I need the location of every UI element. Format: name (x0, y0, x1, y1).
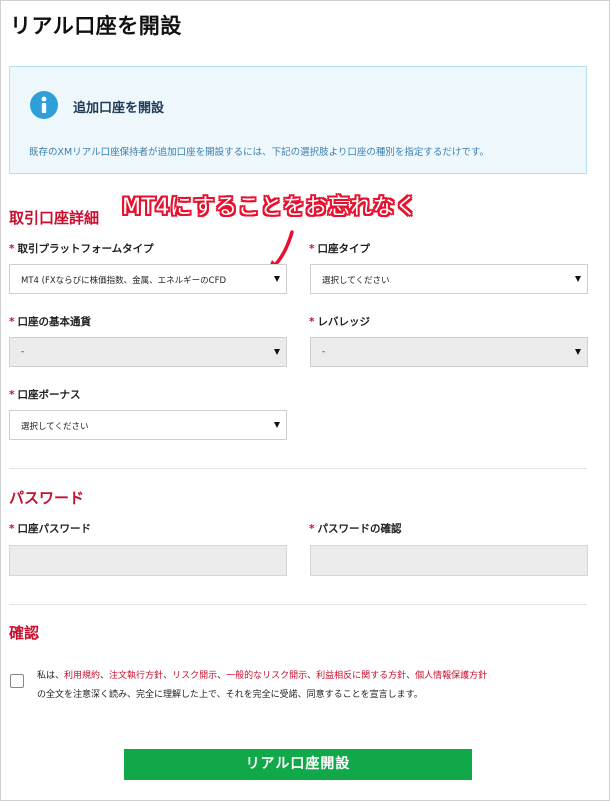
bonus-select[interactable]: 選択してください (9, 410, 287, 440)
open-real-account-button[interactable]: リアル口座開設 (124, 749, 472, 780)
info-text: 既存のXMリアル口座保持者が追加口座を開設するには、下記の選択肢より口座の種別を… (29, 147, 489, 158)
base-currency-select[interactable]: - (9, 337, 287, 367)
account-type-label: * 口座タイプ (309, 243, 370, 255)
platform-select[interactable]: MT4 (FXならびに株価指数、金属、エネルギーのCFD (9, 264, 287, 294)
confirm-password-label: * パスワードの確認 (309, 523, 402, 535)
chevron-down-icon (274, 276, 280, 282)
confirm-title: 確認 (9, 624, 40, 642)
leverage-select-value: - (322, 347, 326, 357)
section-divider (9, 468, 587, 469)
leverage-select[interactable]: - (310, 337, 588, 367)
platform-select-value: MT4 (FXならびに株価指数、金属、エネルギーのCFD (21, 276, 227, 286)
chevron-down-icon (274, 422, 280, 428)
page-title: リアル口座を開設 (10, 14, 182, 38)
bonus-label: * 口座ボーナス (9, 389, 81, 401)
platform-label: * 取引プラットフォームタイプ (9, 243, 154, 255)
account-password-input[interactable] (9, 545, 287, 576)
chevron-down-icon (274, 349, 280, 355)
account-password-label: * 口座パスワード (9, 523, 91, 535)
consent-text: 私は、利用規約、注文執行方針、リスク開示、一般的なリスク開示、利益相反に関する方… (37, 671, 488, 700)
risk-disclosure-link[interactable]: リスク開示 (172, 671, 217, 681)
base-currency-label: * 口座の基本通貨 (9, 316, 91, 328)
info-icon (30, 91, 58, 119)
privacy-policy-link[interactable]: 個人情報保護方針 (415, 671, 487, 681)
password-title: パスワード (9, 489, 85, 507)
conflict-of-interest-link[interactable]: 利益相反に関する方針 (316, 671, 406, 681)
execution-policy-link[interactable]: 注文執行方針 (109, 671, 163, 681)
info-title: 追加口座を開設 (73, 101, 165, 116)
chevron-down-icon (575, 349, 581, 355)
bonus-select-value: 選択してください (21, 422, 89, 432)
annotation-text: MT4にすることをお忘れなく (122, 195, 418, 220)
account-details-title: 取引口座詳細 (9, 209, 100, 227)
section-divider (9, 604, 587, 605)
leverage-label: * レバレッジ (309, 316, 370, 328)
base-currency-select-value: - (21, 347, 25, 357)
account-type-select-value: 選択してください (322, 276, 390, 286)
confirm-password-input[interactable] (310, 545, 588, 576)
agree-checkbox[interactable] (10, 674, 24, 688)
terms-link[interactable]: 利用規約 (64, 671, 100, 681)
chevron-down-icon (575, 276, 581, 282)
account-type-select[interactable]: 選択してください (310, 264, 588, 294)
info-box: 追加口座を開設 既存のXMリアル口座保持者が追加口座を開設するには、下記の選択肢… (9, 66, 587, 174)
general-risk-disclosure-link[interactable]: 一般的なリスク開示 (226, 671, 307, 681)
